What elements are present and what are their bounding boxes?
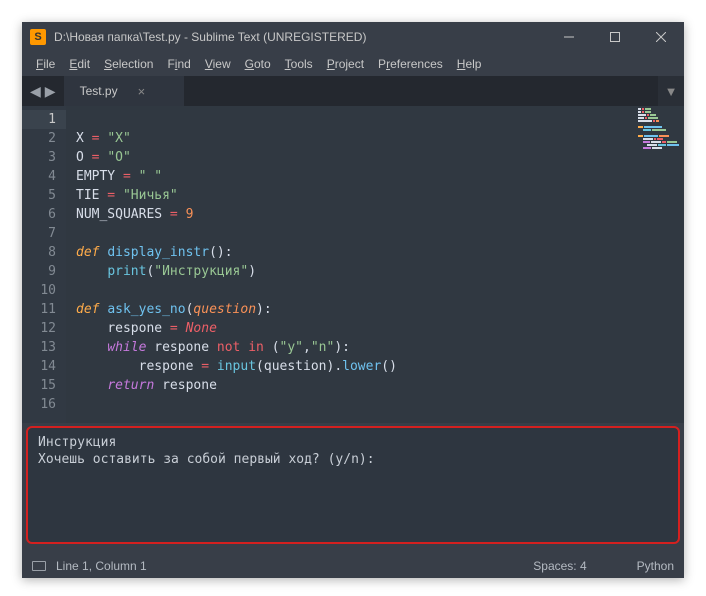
tabbar-dropdown-icon[interactable]: ▼: [658, 76, 684, 106]
line-number: 5: [22, 186, 66, 205]
status-syntax[interactable]: Python: [637, 559, 674, 573]
code-line: TIE = "Ничья": [76, 186, 636, 205]
minimize-button[interactable]: [546, 22, 592, 52]
tab-close-icon[interactable]: ×: [138, 84, 146, 99]
console-line: Инструкция: [38, 434, 668, 451]
line-number: 15: [22, 376, 66, 395]
statusbar: Line 1, Column 1 Spaces: 4 Python: [22, 554, 684, 578]
code-line: return respone: [76, 376, 636, 395]
code-line: respone = input(question).lower(): [76, 357, 636, 376]
titlebar: S D:\Новая папка\Test.py - Sublime Text …: [22, 22, 684, 52]
line-number: 1: [22, 110, 66, 129]
line-number: 14: [22, 357, 66, 376]
tabbar-spacer: [184, 76, 658, 106]
line-number: 12: [22, 319, 66, 338]
minimap[interactable]: [636, 106, 684, 423]
code-line: def display_instr():: [76, 243, 636, 262]
menu-preferences[interactable]: Preferences: [372, 55, 449, 73]
code-line: print("Инструкция"): [76, 262, 636, 281]
menu-edit[interactable]: Edit: [63, 55, 96, 73]
status-position[interactable]: Line 1, Column 1: [56, 559, 147, 573]
line-number: 10: [22, 281, 66, 300]
line-number: 6: [22, 205, 66, 224]
window-title: D:\Новая папка\Test.py - Sublime Text (U…: [54, 30, 546, 44]
tabbar: ◀ ▶ Test.py × ▼: [22, 76, 684, 106]
nav-buttons: ◀ ▶: [22, 76, 64, 106]
line-number: 8: [22, 243, 66, 262]
menu-goto[interactable]: Goto: [239, 55, 277, 73]
code-line: respone = None: [76, 319, 636, 338]
nav-forward-icon[interactable]: ▶: [45, 83, 56, 100]
build-output-panel[interactable]: ИнструкцияХочешь оставить за собой первы…: [26, 426, 680, 544]
menu-help[interactable]: Help: [451, 55, 488, 73]
editor-area: 1 2 3 4 5 6 7 8 9 10 11 12 13 14 15 16 X…: [22, 106, 684, 423]
code-line: [76, 224, 636, 243]
status-indentation[interactable]: Spaces: 4: [533, 559, 586, 573]
line-number: 7: [22, 224, 66, 243]
code-line: EMPTY = " ": [76, 167, 636, 186]
line-number: 4: [22, 167, 66, 186]
close-button[interactable]: [638, 22, 684, 52]
tab-test-py[interactable]: Test.py ×: [64, 76, 184, 106]
line-number: 9: [22, 262, 66, 281]
nav-back-icon[interactable]: ◀: [30, 83, 41, 100]
app-icon: S: [30, 29, 46, 45]
console-line: Хочешь оставить за собой первый ход? (y/…: [38, 451, 668, 468]
minimap-content: [638, 108, 682, 150]
code-line: def ask_yes_no(question):: [76, 300, 636, 319]
code-line: while respone not in ("y","n"):: [76, 338, 636, 357]
menu-file[interactable]: File: [30, 55, 61, 73]
tab-label: Test.py: [80, 84, 118, 98]
line-number: 16: [22, 395, 66, 414]
menu-find[interactable]: Find: [161, 55, 196, 73]
line-number: 11: [22, 300, 66, 319]
menu-selection[interactable]: Selection: [98, 55, 159, 73]
code-line: [76, 110, 636, 129]
line-number-gutter: 1 2 3 4 5 6 7 8 9 10 11 12 13 14 15 16: [22, 106, 66, 423]
code-line: O = "O": [76, 148, 636, 167]
menu-tools[interactable]: Tools: [279, 55, 319, 73]
code-line: NUM_SQUARES = 9: [76, 205, 636, 224]
menubar: File Edit Selection Find View Goto Tools…: [22, 52, 684, 76]
maximize-button[interactable]: [592, 22, 638, 52]
line-number: 13: [22, 338, 66, 357]
menu-project[interactable]: Project: [321, 55, 370, 73]
panel-switcher-icon[interactable]: [32, 561, 46, 571]
code-content[interactable]: X = "X"O = "O"EMPTY = " "TIE = "Ничья"NU…: [66, 106, 636, 423]
line-number: 3: [22, 148, 66, 167]
console-wrap: ИнструкцияХочешь оставить за собой первы…: [22, 423, 684, 554]
code-line: [76, 281, 636, 300]
app-window: S D:\Новая папка\Test.py - Sublime Text …: [22, 22, 684, 578]
code-line: X = "X": [76, 129, 636, 148]
line-number: 2: [22, 129, 66, 148]
window-controls: [546, 22, 684, 52]
menu-view[interactable]: View: [199, 55, 237, 73]
